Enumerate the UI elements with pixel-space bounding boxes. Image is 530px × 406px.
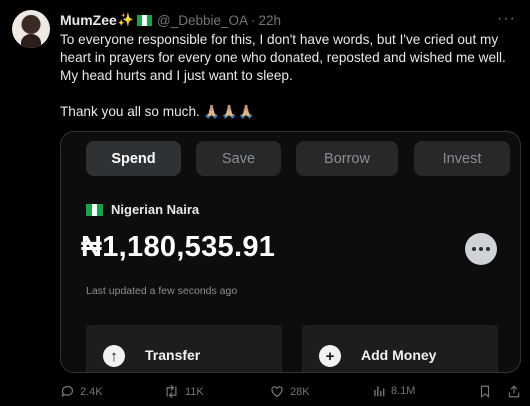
share-button[interactable]: [507, 384, 526, 399]
account-balance: ₦1,180,535.91: [81, 231, 276, 263]
dot-icon: [486, 247, 490, 251]
tweet-text: To everyone responsible for this, I don'…: [60, 32, 506, 83]
like-count: 28K: [290, 385, 310, 398]
repost-icon: [166, 384, 177, 399]
tab-spend[interactable]: Spend: [86, 141, 181, 176]
like-button[interactable]: 28K: [269, 384, 310, 399]
view-count: 8.1M: [391, 385, 416, 397]
more-actions-button[interactable]: [465, 233, 497, 265]
attached-image[interactable]: Spend Save Borrow Invest Nigerian Naira …: [60, 131, 521, 373]
reply-count: 2.4K: [80, 385, 103, 398]
currency-name: Nigerian Naira: [111, 202, 200, 217]
tweet-actions: 2.4K 11K 28K 8.1M: [60, 384, 522, 402]
tab-borrow[interactable]: Borrow: [296, 141, 398, 176]
tab-save[interactable]: Save: [196, 141, 281, 176]
sparkles-emoji: ✨: [117, 12, 134, 27]
dot-icon: [472, 247, 476, 251]
thanks-text: Thank you all so much.: [60, 104, 200, 119]
dot-icon: [479, 247, 483, 251]
post-time[interactable]: 22h: [259, 13, 282, 28]
last-updated-text: Last updated a few seconds ago: [86, 285, 238, 297]
bar-chart-icon: [374, 386, 385, 397]
separator-dot: ·: [251, 12, 256, 28]
arrow-up-icon: ↑: [103, 345, 125, 367]
praying-hands-emoji: 🙏🏼🙏🏼🙏🏼: [203, 104, 256, 119]
nigeria-flag-icon: [86, 203, 104, 216]
more-options-icon[interactable]: ···: [497, 10, 516, 28]
currency-selector[interactable]: Nigerian Naira: [86, 202, 199, 217]
avatar[interactable]: [12, 10, 50, 48]
repost-count: 11K: [185, 385, 204, 398]
add-money-label: Add Money: [361, 347, 437, 363]
reply-button[interactable]: 2.4K: [60, 384, 103, 399]
reply-icon: [61, 385, 74, 398]
author-handle[interactable]: @_Debbie_OA: [157, 13, 248, 28]
author-name[interactable]: MumZee: [60, 12, 117, 28]
bookmark-button[interactable]: [478, 384, 497, 399]
tweet-header: MumZee ✨ @_Debbie_OA · 22h: [60, 11, 281, 29]
add-money-button[interactable]: + Add Money: [302, 325, 498, 372]
bookmark-icon: [480, 385, 490, 398]
transfer-button[interactable]: ↑ Transfer: [86, 325, 282, 372]
plus-icon: +: [319, 345, 341, 367]
share-icon: [508, 385, 520, 398]
repost-button[interactable]: 11K: [163, 384, 204, 399]
tab-invest[interactable]: Invest: [414, 141, 510, 176]
views-button[interactable]: 8.1M: [372, 384, 415, 398]
nigeria-flag-icon: [136, 14, 152, 26]
wallet-tabs: Spend Save Borrow Invest: [86, 141, 510, 176]
tweet-thanks-line: Thank you all so much. 🙏🏼🙏🏼🙏🏼: [60, 103, 255, 121]
transfer-label: Transfer: [145, 347, 201, 363]
heart-icon: [271, 386, 283, 398]
